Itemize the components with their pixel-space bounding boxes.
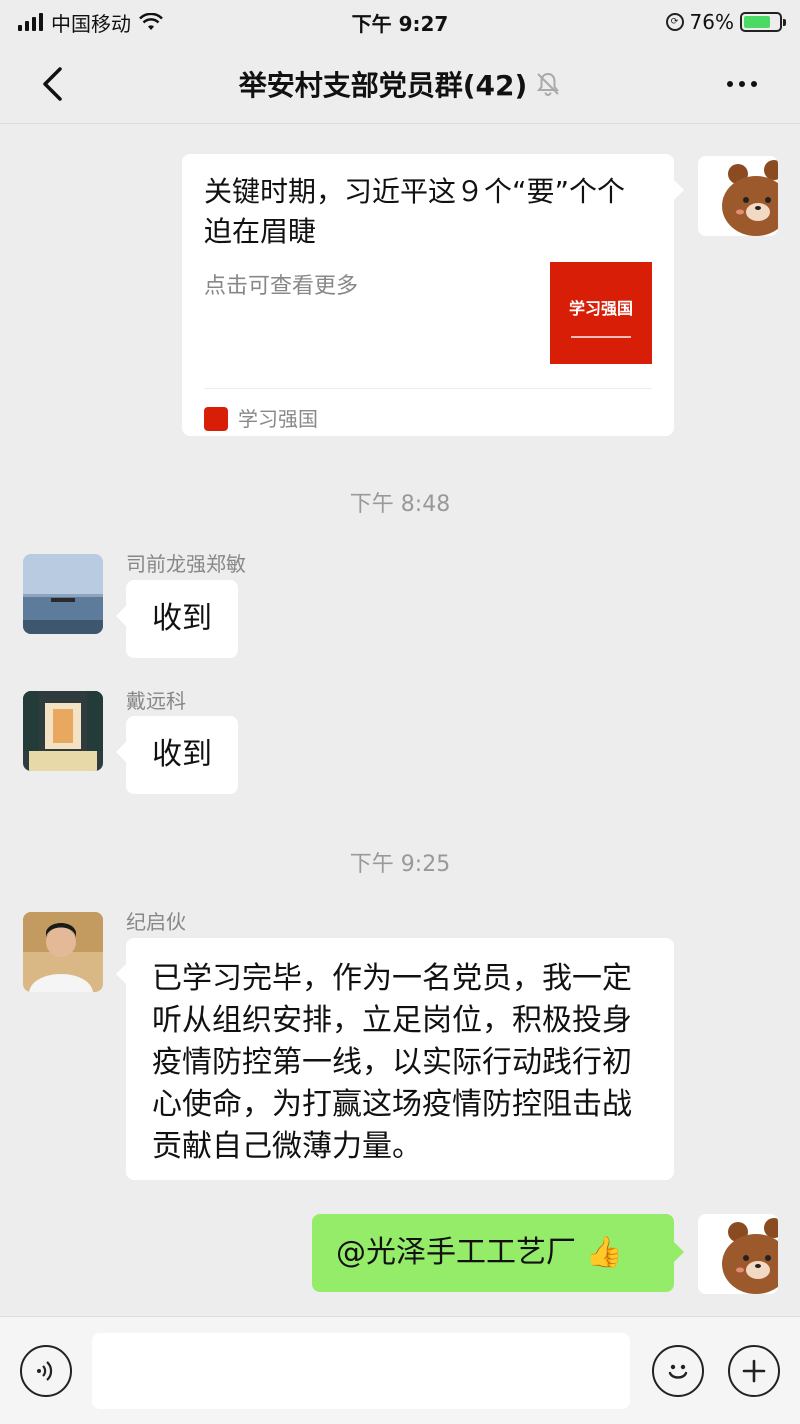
sender-name: 纪启伙 xyxy=(126,910,186,934)
bear-avatar-icon xyxy=(698,1214,778,1294)
voice-icon[interactable] xyxy=(20,1345,72,1397)
battery-percent: 76% xyxy=(689,10,734,34)
message-bubble[interactable]: 已学习完毕，作为一名党员，我一定听从组织安排，立足岗位，积极投身疫情防控第一线，… xyxy=(116,938,674,1180)
sender-avatar[interactable] xyxy=(23,554,103,634)
message-bubble[interactable]: 收到 xyxy=(116,580,238,658)
lake-photo-avatar xyxy=(23,554,103,634)
mute-bell-icon xyxy=(537,72,560,96)
input-bar xyxy=(0,1316,800,1424)
chat-title: 举安村支部党员群(42) xyxy=(238,68,528,102)
sender-name: 司前龙强郑敏 xyxy=(126,552,246,576)
message-text: 收到 xyxy=(152,737,212,772)
emoji-icon[interactable] xyxy=(652,1345,704,1397)
message-bubble[interactable]: 收到 xyxy=(116,716,238,794)
back-arrow-icon[interactable] xyxy=(28,60,76,108)
card-source-label: 学习强国 xyxy=(238,407,318,431)
carrier-label: 中国移动 xyxy=(51,11,131,36)
thumbnail-logo-text: 学习强国 xyxy=(568,299,633,318)
xuexi-logo-icon xyxy=(204,407,228,431)
more-dots-icon[interactable] xyxy=(712,60,772,108)
self-avatar[interactable] xyxy=(698,1214,778,1294)
message-input[interactable] xyxy=(92,1333,630,1409)
sender-name: 戴远科 xyxy=(126,689,186,713)
rotation-lock-icon: ⟳ xyxy=(665,13,684,31)
timestamp: 下午 9:25 xyxy=(349,852,451,877)
plus-icon[interactable] xyxy=(728,1345,780,1397)
signal-icon xyxy=(18,13,43,31)
card-source: 学习强国 xyxy=(204,398,318,440)
message-text: @光泽手工工艺厂 👍 xyxy=(336,1235,623,1270)
wifi-icon xyxy=(139,13,163,30)
status-bar: 中国移动 下午 9:27 ⟳ 76% xyxy=(0,0,800,44)
self-avatar[interactable] xyxy=(698,156,778,236)
message-text: 已学习完毕，作为一名党员，我一定听从组织安排，立足岗位，积极投身疫情防控第一线，… xyxy=(152,961,632,1164)
card-title: 关键时期，习近平这９个“要”个个迫在眉睫 xyxy=(204,175,626,248)
card-divider xyxy=(204,388,652,389)
timestamp: 下午 8:48 xyxy=(349,492,451,517)
link-card[interactable]: 关键时期，习近平这９个“要”个个迫在眉睫 点击可查看更多 学习强国 学习强国 xyxy=(182,154,684,436)
person-photo-avatar xyxy=(23,912,103,992)
sender-avatar[interactable] xyxy=(23,912,103,992)
nav-bar: 举安村支部党员群(42) xyxy=(0,44,800,124)
message-text: 收到 xyxy=(152,601,212,636)
bear-avatar-icon xyxy=(698,156,778,236)
message-bubble-self[interactable]: @光泽手工工艺厂 👍 xyxy=(312,1214,684,1292)
room-photo-avatar xyxy=(23,691,103,771)
sender-avatar[interactable] xyxy=(23,691,103,771)
card-thumbnail: 学习强国 xyxy=(550,262,652,364)
battery-icon xyxy=(740,12,786,32)
